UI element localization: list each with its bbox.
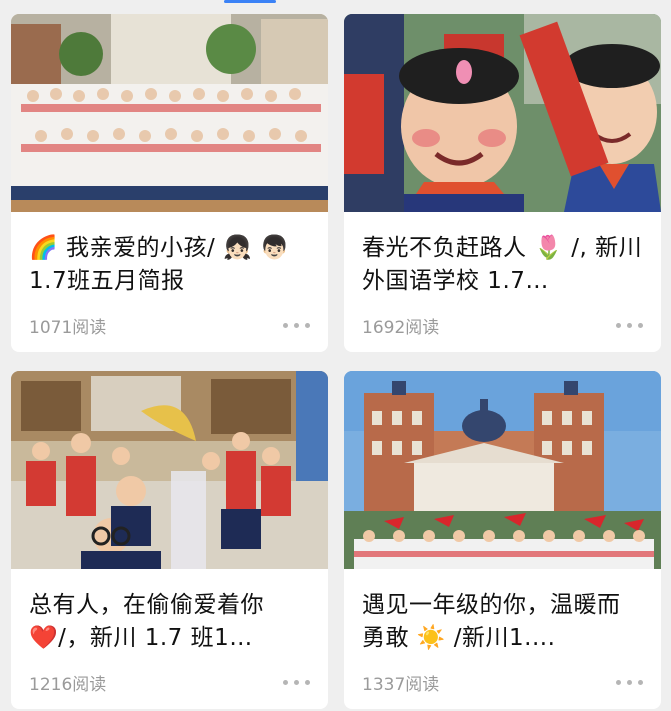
- article-title[interactable]: 🌈 我亲爱的小孩/ 👧🏻 👦🏻1.7班五月简报: [29, 232, 310, 298]
- article-grid: 🌈 我亲爱的小孩/ 👧🏻 👦🏻1.7班五月简报 1071阅读 春光不负赶路人 🌷…: [11, 14, 661, 711]
- more-options-icon[interactable]: [283, 679, 310, 685]
- school-building-image: [344, 370, 661, 569]
- article-meta: 1337阅读: [362, 670, 643, 695]
- article-title[interactable]: 总有人，在偷偷爱着你 ❤️/，新川 1.7 班1…: [29, 589, 310, 655]
- article-thumbnail[interactable]: [11, 14, 328, 212]
- more-options-icon[interactable]: [616, 323, 643, 328]
- read-count: 1071阅读: [29, 318, 107, 338]
- child-closeup-image: [344, 14, 661, 212]
- article-meta: 1216阅读: [29, 670, 310, 695]
- article-card[interactable]: 遇见一年级的你，温暖而勇敢 ☀️ /新川1.... 1337阅读: [344, 370, 661, 709]
- article-title[interactable]: 春光不负赶路人 🌷 /, 新川外国语学校 1.7…: [362, 232, 643, 298]
- read-count: 1692阅读: [362, 318, 440, 338]
- top-bar: [0, 0, 671, 8]
- article-card[interactable]: 春光不负赶路人 🌷 /, 新川外国语学校 1.7… 1692阅读: [344, 14, 661, 352]
- read-count: 1216阅读: [29, 674, 107, 695]
- article-card[interactable]: 总有人，在偷偷爱着你 ❤️/，新川 1.7 班1… 1216阅读: [11, 370, 328, 709]
- classroom-image: [11, 370, 328, 569]
- article-card[interactable]: 🌈 我亲爱的小孩/ 👧🏻 👦🏻1.7班五月简报 1071阅读: [11, 14, 328, 352]
- tab-indicator: [224, 0, 276, 3]
- read-count: 1337阅读: [362, 674, 440, 695]
- article-thumbnail[interactable]: [344, 370, 661, 569]
- article-title[interactable]: 遇见一年级的你，温暖而勇敢 ☀️ /新川1....: [362, 589, 643, 655]
- more-options-icon[interactable]: [616, 679, 643, 685]
- group-photo-image: [11, 14, 328, 212]
- article-meta: 1692阅读: [362, 313, 643, 338]
- article-thumbnail[interactable]: [11, 370, 328, 569]
- article-thumbnail[interactable]: [344, 14, 661, 212]
- article-meta: 1071阅读: [29, 313, 310, 338]
- more-options-icon[interactable]: [283, 323, 310, 328]
